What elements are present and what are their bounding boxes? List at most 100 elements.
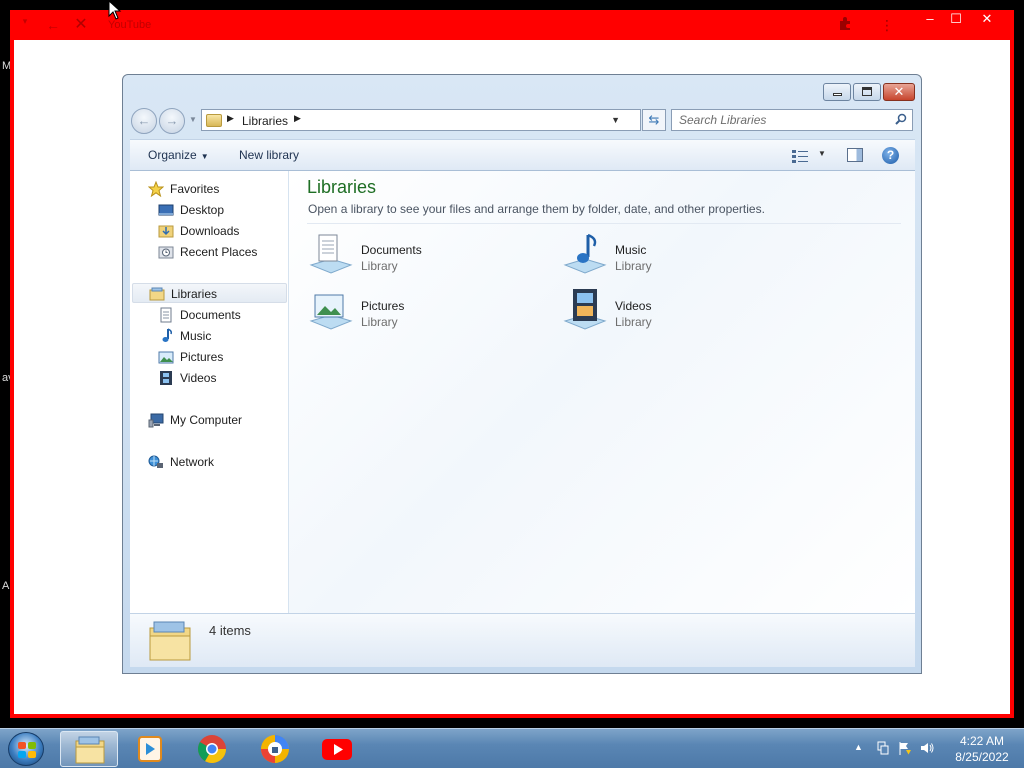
change-view-icon[interactable]: [792, 149, 808, 163]
taskbar: ▲ 4:22 AM 8/25/2022: [0, 728, 1024, 768]
library-videos-type: Library: [615, 315, 652, 329]
volume-icon[interactable]: [920, 741, 934, 755]
library-videos-name: Videos: [615, 299, 652, 313]
library-videos[interactable]: Videos Library: [561, 287, 801, 337]
action-center-flag-icon[interactable]: [898, 741, 912, 755]
libraries-icon: [149, 287, 165, 301]
clock-time[interactable]: 4:22 AM: [952, 734, 1012, 748]
star-icon: [148, 181, 164, 197]
nav-libraries[interactable]: Libraries: [132, 283, 287, 303]
organize-label: Organize: [148, 148, 197, 162]
clock-date[interactable]: 8/25/2022: [946, 750, 1018, 764]
taskbar-file-explorer[interactable]: [60, 731, 118, 767]
back-icon: ←: [137, 113, 151, 128]
start-button[interactable]: [8, 732, 44, 766]
recent-pages-dropdown[interactable]: ▼: [189, 115, 197, 124]
nav-pictures-label: Pictures: [180, 350, 224, 364]
network-status-icon[interactable]: [876, 741, 890, 755]
navigation-bar: ← → ▼ ▶ Libraries ▶ ▼ ⇆: [131, 107, 915, 135]
address-dropdown-icon[interactable]: ▼: [611, 115, 620, 125]
library-pictures-name: Pictures: [361, 299, 405, 313]
forward-button[interactable]: →: [159, 108, 185, 134]
taskbar-youtube[interactable]: [308, 731, 366, 767]
app-menu-icon[interactable]: ▾: [16, 12, 34, 30]
explorer-caption-buttons: ✕: [821, 83, 915, 101]
breadcrumb-expand-icon[interactable]: ▶: [294, 113, 301, 124]
refresh-button[interactable]: ⇆: [642, 109, 666, 131]
nav-downloads-label: Downloads: [180, 224, 240, 238]
page-title: Libraries: [307, 177, 377, 197]
computer-icon: [148, 413, 164, 428]
back-arrow-icon[interactable]: ←: [44, 16, 62, 34]
close-icon: ✕: [893, 84, 905, 99]
youtube-icon: [322, 739, 352, 760]
stop-icon[interactable]: ✕: [72, 16, 90, 34]
explorer-close-button[interactable]: ✕: [883, 83, 915, 101]
mouse-cursor-icon: [108, 0, 122, 20]
nav-libraries-label: Libraries: [171, 287, 218, 301]
music-library-icon: [563, 233, 607, 274]
organize-caret-icon: ▼: [200, 152, 209, 161]
system-tray: ▲ 4:22 AM 8/25/2022: [834, 729, 1024, 768]
explorer-minimize-button[interactable]: [823, 83, 851, 101]
browser-close-button[interactable]: ✕: [970, 10, 1004, 30]
browser-titlebar: ▾ ← ✕ YouTube ⋮ – ☐ ✕: [10, 10, 1014, 40]
nav-recent-places-label: Recent Places: [180, 245, 258, 259]
new-library-button[interactable]: New library: [239, 148, 299, 162]
back-button[interactable]: ←: [131, 108, 157, 134]
libraries-content: Libraries Open a library to see your fil…: [289, 171, 915, 613]
library-music[interactable]: Music Library: [561, 231, 801, 281]
library-music-type: Library: [615, 259, 652, 273]
nav-documents-label: Documents: [180, 308, 241, 322]
recent-places-icon: [158, 246, 174, 259]
library-documents-type: Library: [361, 259, 398, 273]
picture-icon: [158, 351, 174, 364]
search-input[interactable]: [672, 110, 882, 130]
taskbar-chrome[interactable]: [183, 731, 241, 767]
lock-app-icon: [261, 735, 289, 763]
restore-icon: [862, 87, 872, 96]
folder-icon: [75, 736, 105, 764]
library-documents[interactable]: Documents Library: [307, 231, 547, 281]
explorer-window: ✕ ← → ▼ ▶ Libraries ▶ ▼ ⇆ Organize▼ New …: [122, 74, 922, 674]
network-icon: [148, 455, 163, 468]
windows-logo-icon: [18, 742, 36, 758]
organize-menu[interactable]: Organize ▼: [148, 148, 209, 162]
libraries-folder-icon: [149, 621, 191, 661]
more-menu-icon[interactable]: ⋮: [878, 16, 896, 34]
show-hidden-icons-icon[interactable]: ▲: [854, 742, 863, 752]
minimize-icon: [833, 93, 842, 96]
navigation-pane: Favorites Desktop Downloads Recent Place…: [130, 171, 289, 613]
desktop-icon: [158, 204, 174, 216]
breadcrumb-separator-icon[interactable]: ▶: [227, 113, 234, 124]
views-dropdown-icon[interactable]: ▼: [818, 149, 826, 158]
nav-music-label: Music: [180, 329, 212, 343]
library-documents-name: Documents: [361, 243, 422, 257]
library-pictures[interactable]: Pictures Library: [307, 287, 547, 337]
extensions-icon[interactable]: [836, 16, 854, 34]
taskbar-media-player[interactable]: [120, 731, 178, 767]
preview-pane-icon[interactable]: [847, 148, 863, 162]
nav-network-label: Network: [170, 455, 215, 469]
explorer-restore-button[interactable]: [853, 83, 881, 101]
libraries-folder-icon: [206, 114, 222, 127]
command-bar: Organize ▼ New library ▼ ?: [130, 139, 915, 171]
browser-window-title: YouTube: [108, 19, 152, 31]
help-icon[interactable]: ?: [882, 147, 899, 164]
page-description: Open a library to see your files and arr…: [308, 202, 765, 216]
nav-favorites-label: Favorites: [170, 182, 220, 196]
document-icon: [160, 307, 172, 323]
documents-library-icon: [309, 234, 353, 274]
details-pane: 4 items: [130, 613, 915, 667]
divider: [307, 223, 901, 224]
media-player-icon: [138, 736, 162, 762]
address-bar[interactable]: ▶ Libraries ▶ ▼ ⇆: [201, 109, 666, 131]
browser-maximize-button[interactable]: ☐: [940, 10, 972, 30]
search-box[interactable]: [671, 109, 913, 131]
breadcrumb-libraries[interactable]: Libraries: [242, 114, 288, 128]
desktop-icon-label-a: A: [2, 580, 10, 592]
search-icon[interactable]: [895, 113, 907, 125]
music-note-icon: [162, 328, 172, 342]
videos-library-icon: [563, 289, 607, 330]
taskbar-lock-app[interactable]: [246, 731, 304, 767]
